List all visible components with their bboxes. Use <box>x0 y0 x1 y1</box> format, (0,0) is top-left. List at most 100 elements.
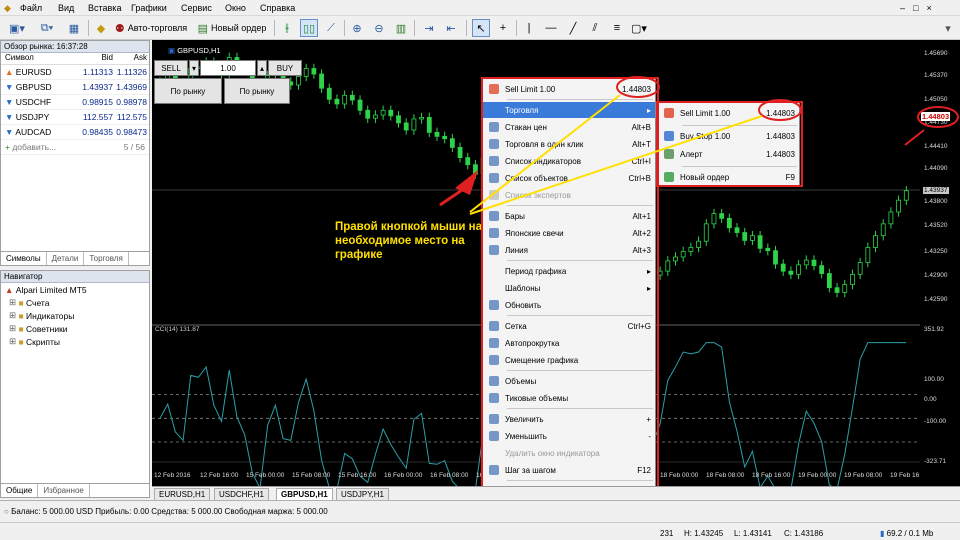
navigator-item-scripts[interactable]: ⊞ ■ Скрипты <box>1 335 149 348</box>
submenu-item[interactable]: Новый ордер F9 <box>658 169 799 185</box>
menu-item-0[interactable]: Файл <box>20 3 42 13</box>
context-menu-item: Удалить окно индикатора <box>483 445 655 461</box>
tab-details[interactable]: Детали <box>47 252 85 265</box>
menu-item-shortcut: Ctrl+I <box>631 156 651 166</box>
tab-common[interactable]: Общие <box>1 484 39 497</box>
tile-windows-icon[interactable]: ▥ <box>392 19 410 37</box>
market-watch-icon[interactable]: ▦ <box>64 19 84 37</box>
submenu-item[interactable]: Sell Limit 1.00 1.44803 <box>658 105 799 121</box>
table-row[interactable]: ▲ EURUSD 1.11313 1.11326 <box>1 65 149 80</box>
table-row[interactable]: ▼ USDCHF 0.98915 0.98978 <box>1 95 149 110</box>
sell-button[interactable]: SELL <box>154 60 188 76</box>
submenu-item[interactable]: Алерт 1.44803 <box>658 146 799 162</box>
chart-shift-icon[interactable]: ⇤ <box>442 19 460 37</box>
tab-trading[interactable]: Торговля <box>84 252 129 265</box>
one-click-icon <box>489 139 499 149</box>
ask-header[interactable]: Ask <box>113 53 149 64</box>
zoom-out-icon[interactable]: ⊖ <box>370 19 388 37</box>
table-row[interactable]: ▼ GBPUSD 1.43937 1.43969 <box>1 80 149 95</box>
autoscroll-icon[interactable]: ⇥ <box>420 19 438 37</box>
channel-icon[interactable]: ⫽ <box>586 19 604 37</box>
buy-button[interactable]: BUY <box>268 60 302 76</box>
metaeditor-icon[interactable]: ◆ <box>92 19 110 37</box>
navigator-item-accounts[interactable]: ⊞ ■ Счета <box>1 296 149 309</box>
menu-item-3[interactable]: Графики <box>131 3 167 13</box>
vertical-line-icon[interactable]: | <box>520 19 538 37</box>
table-row[interactable]: ▼ USDJPY 112.557 112.575 <box>1 110 149 125</box>
menu-item-label: Sell Limit 1.00 <box>505 84 556 94</box>
crosshair-icon[interactable]: + <box>494 19 512 37</box>
navigator-item-indicators[interactable]: ⊞ ■ Индикаторы <box>1 309 149 322</box>
menu-item-4[interactable]: Сервис <box>181 3 212 13</box>
context-menu-item[interactable]: Шаблоны ▸ <box>483 280 655 296</box>
navigator-root[interactable]: ▲ Alpari Limited MT5 <box>1 283 149 296</box>
context-menu-item[interactable]: Sell Limit 1.00 1.44803 <box>483 81 655 97</box>
fibonacci-icon[interactable]: ≡ <box>608 19 626 37</box>
menu-item-shortcut: Ctrl+B <box>628 173 651 183</box>
bid-cell: 1.11313 <box>82 67 113 77</box>
context-menu-item[interactable]: Уменьшить - <box>483 428 655 444</box>
navigator-title: Навигатор <box>1 271 149 283</box>
toolbar-overflow-icon[interactable]: ▾ <box>940 19 956 37</box>
menu-item-2[interactable]: Вставка <box>88 3 121 13</box>
context-menu-item[interactable]: Стакан цен Alt+B <box>483 119 655 135</box>
candlestick-icon[interactable]: ▯▯ <box>300 19 318 37</box>
bar-chart-icon[interactable]: ⫳ <box>278 19 296 37</box>
trading-submenu: Sell Limit 1.00 1.44803 Buy Stop 1.00 1.448… <box>657 102 800 186</box>
down-arrow-icon: ▼ <box>5 112 14 122</box>
menu-item-label: Список объектов <box>505 173 568 183</box>
horizontal-line-icon[interactable]: — <box>542 19 560 37</box>
volume-down-icon[interactable]: ▾ <box>189 60 199 76</box>
profiles-icon[interactable]: ⧉▾ <box>34 19 60 37</box>
tab-favorites[interactable]: Избранное <box>38 484 90 497</box>
expand-icon: ⊞ <box>9 323 17 333</box>
menu-item-shortcut: F12 <box>637 465 651 475</box>
context-menu-item[interactable]: Автопрокрутка <box>483 335 655 351</box>
context-menu-item[interactable]: Список объектов Ctrl+B <box>483 170 655 186</box>
new-chart-icon[interactable]: ▣▾ <box>4 19 30 37</box>
menu-item-5[interactable]: Окно <box>225 3 246 13</box>
line-chart-icon[interactable]: ⟋ <box>322 19 340 37</box>
context-menu-item[interactable]: Список индикаторов Ctrl+I <box>483 153 655 169</box>
time-tick-label: 16 Feb 00:00 <box>384 472 423 479</box>
symbol-header[interactable]: Символ <box>1 53 75 64</box>
menu-item-6[interactable]: Справка <box>260 3 295 13</box>
volume-up-icon[interactable]: ▴ <box>257 60 267 76</box>
bid-header[interactable]: Bid <box>75 53 113 64</box>
volume-input[interactable]: 1.00 <box>200 60 256 76</box>
volumes-icon <box>489 376 499 386</box>
context-menu-item[interactable]: Японские свечи Alt+2 <box>483 225 655 241</box>
context-menu-item[interactable]: Сетка Ctrl+G <box>483 318 655 334</box>
shapes-icon[interactable]: ▢▾ <box>630 19 648 37</box>
trend-line-icon[interactable]: ╱ <box>564 19 582 37</box>
menu-item-1[interactable]: Вид <box>58 3 74 13</box>
context-menu-item[interactable]: Обновить <box>483 297 655 313</box>
context-menu-item[interactable]: Торговля в один клик Alt+T <box>483 136 655 152</box>
balance-text: Баланс: 5 000.00 USD Прибыль: 0.00 Средс… <box>11 507 328 516</box>
window-controls-icon[interactable]: –□× <box>900 3 940 13</box>
navigator-item-experts[interactable]: ⊞ ■ Советники <box>1 322 149 335</box>
cursor-icon[interactable]: ↖ <box>472 19 490 37</box>
buy-at-market-button[interactable]: По рынку <box>224 78 290 104</box>
context-menu-item[interactable]: Шаг за шагом F12 <box>483 462 655 478</box>
up-arrow-icon: ▲ <box>5 67 14 77</box>
table-row[interactable]: ▼ AUDCAD 0.98435 0.98473 <box>1 125 149 140</box>
submenu-item[interactable]: Buy Stop 1.00 1.44803 <box>658 128 799 144</box>
sell-at-market-button[interactable]: По рынку <box>154 78 222 104</box>
candle-body <box>873 235 878 248</box>
indicator-tick-label: 0.00 <box>924 396 937 403</box>
auto-trading-button[interactable]: ⚉ Авто-торговля <box>112 19 190 37</box>
context-menu-item[interactable]: Объемы <box>483 373 655 389</box>
new-order-button[interactable]: ▤ Новый ордер <box>194 19 270 37</box>
context-menu-item[interactable]: Линия Alt+3 <box>483 242 655 258</box>
context-menu-item[interactable]: Период графика ▸ <box>483 263 655 279</box>
context-menu-item[interactable]: Бары Alt+1 <box>483 208 655 224</box>
context-menu-item[interactable]: Торговля ▸ <box>483 102 655 118</box>
candle-body <box>796 264 801 275</box>
tab-symbols[interactable]: Символы <box>1 252 47 265</box>
context-menu-item[interactable]: Тиковые объемы <box>483 390 655 406</box>
zoom-in-icon[interactable]: ⊕ <box>348 19 366 37</box>
context-menu-item[interactable]: Смещение графика <box>483 352 655 368</box>
add-symbol-row[interactable]: + добавить... 5 / 56 <box>1 140 149 155</box>
context-menu-item[interactable]: Увеличить + <box>483 411 655 427</box>
